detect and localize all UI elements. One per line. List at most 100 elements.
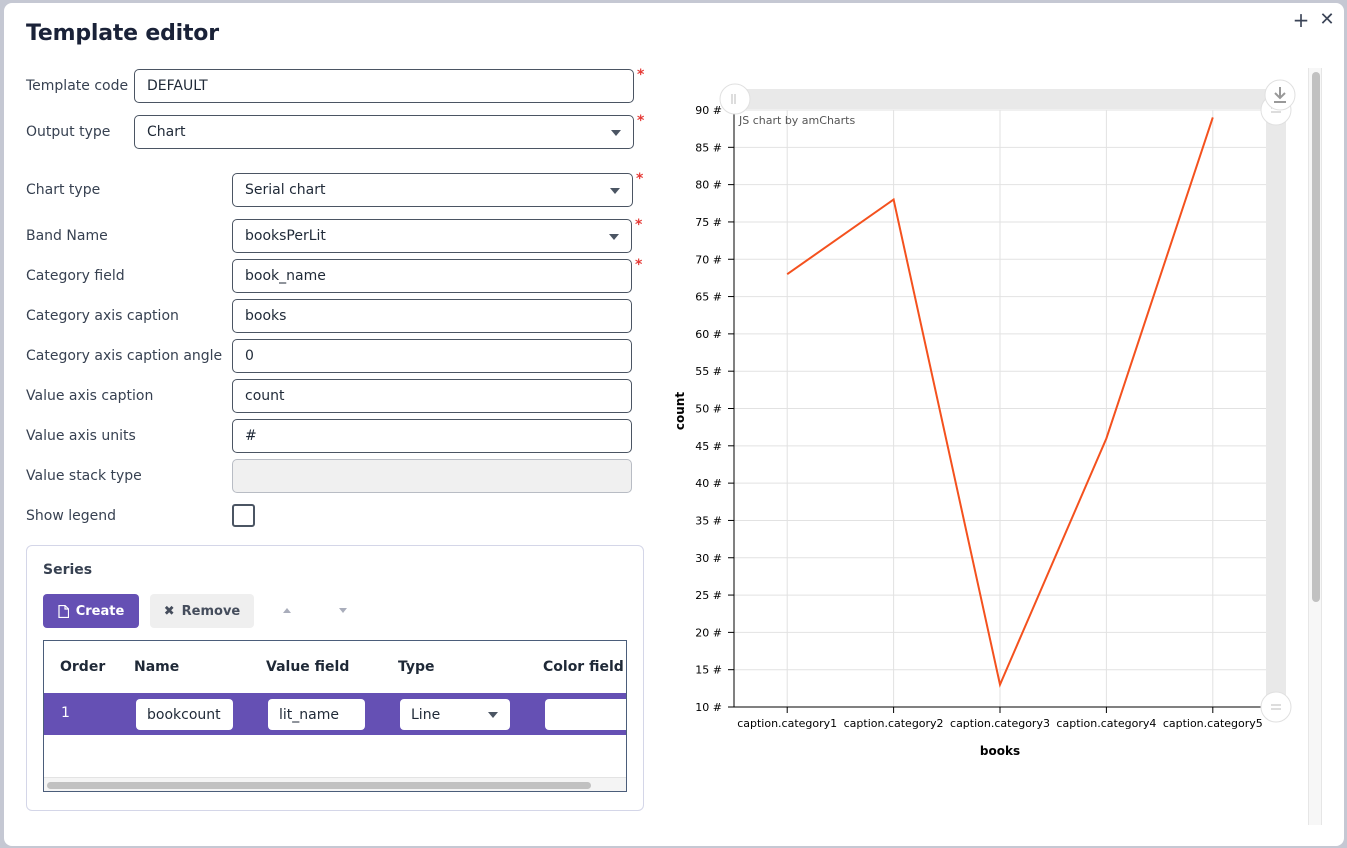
x-tick-label: caption.category1 [737, 717, 837, 730]
scrollbar-thumb[interactable] [1312, 72, 1320, 602]
y-tick-label: 85 # [695, 141, 722, 154]
panel-vertical-scrollbar[interactable] [1308, 68, 1322, 825]
y-tick-label: 55 # [695, 365, 722, 378]
series-line-bookcount [786, 117, 1214, 688]
chart-horizontal-scrollbar [734, 89, 1266, 109]
download-icon [1264, 79, 1296, 111]
row-name-value: bookcount [147, 706, 221, 723]
column-header-name[interactable]: Name [134, 659, 179, 675]
value-axis-caption-input[interactable]: count [232, 379, 632, 413]
y-axis: 10 # 15 # 20 # 25 # 30 # 35 # 40 # 45 # 50 # 55 #… [695, 104, 735, 714]
x-tick-label: caption.category4 [1056, 717, 1156, 730]
value-stack-type-input [232, 459, 632, 493]
row-name-input[interactable]: bookcount [136, 699, 233, 730]
chart-series [786, 117, 1214, 688]
maximize-icon[interactable]: + [1292, 10, 1310, 30]
value-axis-units-value: # [245, 428, 257, 444]
dialog-title: Template editor [26, 21, 219, 46]
chart-type-label: Chart type [26, 182, 101, 198]
category-axis-caption-label: Category axis caption [26, 308, 179, 324]
horizontal-scrollbar[interactable] [44, 777, 626, 791]
table-header: Order Name Value field Type Color field [44, 641, 626, 693]
category-field-input[interactable]: book_name [232, 259, 632, 293]
series-title: Series [43, 562, 93, 578]
template-code-input[interactable]: DEFAULT [134, 69, 634, 103]
row-color-field-input[interactable] [545, 699, 626, 730]
close-icon[interactable]: ✕ [1318, 11, 1336, 29]
required-mark: * [637, 67, 645, 83]
remove-label: Remove [181, 603, 241, 619]
category-axis-caption-input[interactable]: books [232, 299, 632, 333]
show-legend-checkbox[interactable] [232, 504, 255, 527]
required-mark: * [635, 257, 643, 273]
chevron-down-icon [611, 130, 621, 136]
x-tick-label: caption.category3 [950, 717, 1050, 730]
y-tick-label: 75 # [695, 216, 722, 229]
value-axis-caption-label: Value axis caption [26, 388, 154, 404]
table-row[interactable]: 1 bookcount lit_name Line [44, 693, 626, 735]
grip-circle [1260, 691, 1292, 723]
template-code-value: DEFAULT [147, 78, 208, 94]
column-header-color-field[interactable]: Color field [543, 659, 624, 675]
x-axis-label: books [980, 744, 1020, 758]
file-icon [58, 604, 69, 618]
output-type-select[interactable]: Chart [134, 115, 634, 149]
download-arrow [1274, 87, 1286, 100]
x-axis: caption.category1 caption.category2 captio… [728, 706, 1266, 730]
row-type-value: Line [411, 706, 441, 723]
category-field-value: book_name [245, 268, 326, 284]
scrollbar-thumb[interactable] [47, 782, 591, 789]
move-up-icon[interactable] [283, 608, 291, 613]
y-tick-label: 25 # [695, 589, 722, 602]
category-axis-caption-angle-input[interactable]: 0 [232, 339, 632, 373]
chart-type-value: Serial chart [245, 182, 326, 198]
category-axis-caption-angle-value: 0 [245, 348, 254, 364]
x-tick-label: caption.category2 [844, 717, 944, 730]
value-axis-units-input[interactable]: # [232, 419, 632, 453]
y-tick-label: 45 # [695, 440, 722, 453]
chart-credit: JS chart by amCharts [738, 114, 855, 127]
template-editor-dialog: Template editor + ✕ Template code DEFAUL… [4, 3, 1344, 846]
category-axis-caption-value: books [245, 308, 287, 324]
y-tick-label: 40 # [695, 477, 722, 490]
x-tick-label: caption.category5 [1163, 717, 1263, 730]
chevron-down-icon [609, 234, 619, 240]
row-value-field-input[interactable]: lit_name [268, 699, 365, 730]
chart-scrollbars [719, 79, 1296, 723]
y-axis-label: count [673, 392, 687, 430]
y-tick-label: 70 # [695, 253, 722, 266]
required-mark: * [636, 171, 644, 187]
show-legend-label: Show legend [26, 508, 116, 524]
create-button[interactable]: Create [43, 594, 139, 628]
remove-icon: ✖ [163, 603, 175, 619]
y-tick-label: 80 # [695, 179, 722, 192]
y-tick-label: 60 # [695, 328, 722, 341]
scroll-bottom-grip-icon [1260, 691, 1292, 723]
chart-vertical-scrollbar [1266, 110, 1286, 707]
chevron-down-icon [610, 188, 620, 194]
scroll-start-grip-icon [719, 83, 751, 115]
column-header-order[interactable]: Order [60, 659, 105, 675]
category-field-label: Category field [26, 268, 125, 284]
move-down-icon[interactable] [339, 608, 347, 613]
template-code-label: Template code [26, 78, 129, 94]
grip-circle [719, 83, 751, 115]
y-tick-label: 20 # [695, 626, 722, 639]
y-tick-label: 65 # [695, 291, 722, 304]
y-tick-label: 15 # [695, 664, 722, 677]
remove-button[interactable]: ✖ Remove [150, 594, 254, 628]
value-stack-type-label: Value stack type [26, 468, 142, 484]
band-name-select[interactable]: booksPerLit [232, 219, 632, 253]
y-tick-label: 35 # [695, 514, 722, 527]
y-tick-label: 10 # [695, 701, 722, 714]
chart-type-select[interactable]: Serial chart [232, 173, 633, 207]
output-type-value: Chart [147, 124, 186, 140]
column-header-type[interactable]: Type [398, 659, 435, 675]
row-type-select[interactable]: Line [400, 699, 510, 730]
column-header-value-field[interactable]: Value field [266, 659, 349, 675]
download-button [1264, 79, 1296, 111]
row-value-field-value: lit_name [279, 706, 339, 723]
category-axis-caption-angle-label: Category axis caption angle [26, 348, 223, 364]
band-name-label: Band Name [26, 228, 108, 244]
row-order: 1 [61, 705, 70, 721]
